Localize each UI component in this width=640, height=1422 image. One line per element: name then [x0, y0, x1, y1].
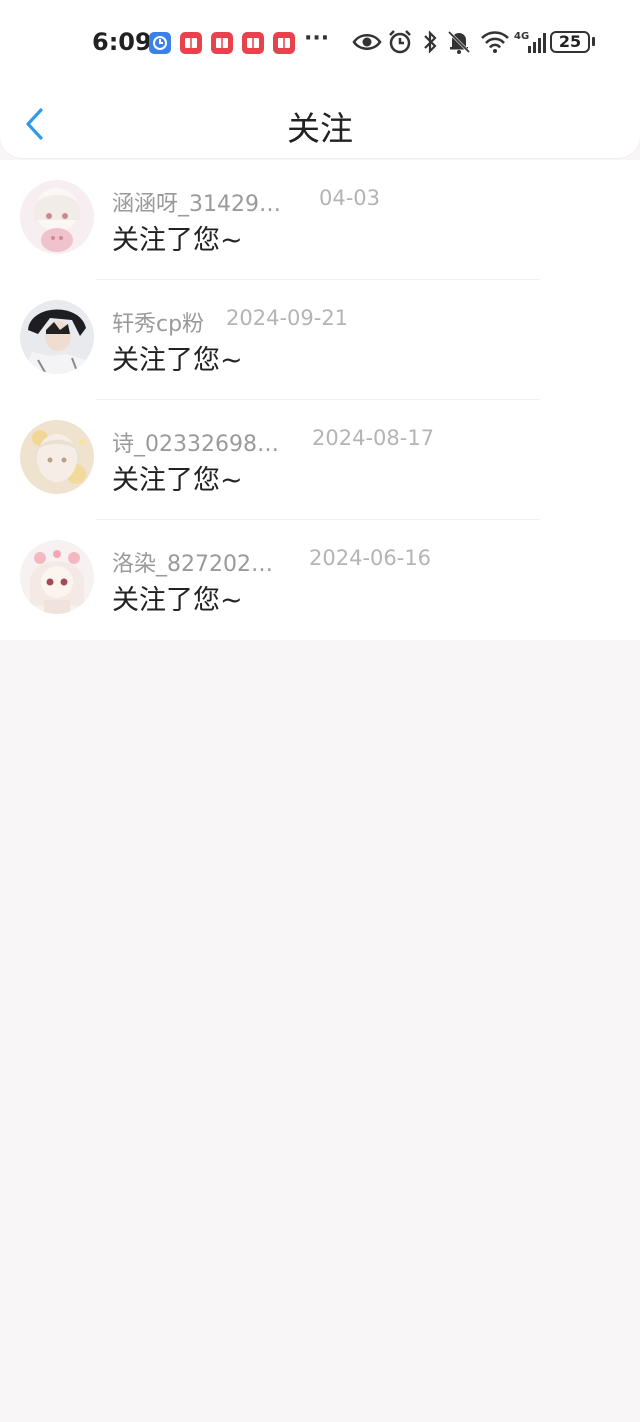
status-bar: 6:09 ··· 4G 25: [0, 0, 640, 88]
svg-text:4G: 4G: [514, 31, 529, 42]
book-app-icon: [211, 32, 233, 54]
list-item[interactable]: 洛染_827202… 2024-06-16 关注了您~: [0, 520, 640, 640]
list-item[interactable]: 轩秀cp粉 2024-09-21 关注了您~: [0, 280, 640, 400]
page-title: 关注: [287, 109, 353, 148]
avatar[interactable]: [20, 540, 94, 614]
follow-date: 2024-06-16: [309, 546, 432, 570]
user-name[interactable]: 轩秀cp粉: [112, 306, 204, 338]
more-notifications-icon: ···: [304, 26, 330, 51]
book-app-icon: [242, 32, 264, 54]
notification-icons: [149, 32, 295, 54]
avatar[interactable]: [20, 180, 94, 254]
system-icons: 4G: [352, 28, 548, 56]
follow-message: 关注了您~: [112, 225, 243, 256]
wifi-icon: [480, 28, 509, 56]
follow-message: 关注了您~: [112, 465, 243, 496]
user-name[interactable]: 诗_02332698…: [112, 426, 279, 458]
avatar[interactable]: [20, 300, 94, 374]
signal-4g-icon: 4G: [514, 28, 548, 56]
follow-date: 2024-08-17: [312, 426, 435, 450]
list-item[interactable]: 涵涵呀_31429… 04-03 关注了您~: [0, 160, 640, 280]
list-item[interactable]: 诗_02332698… 2024-08-17 关注了您~: [0, 400, 640, 520]
clock-app-icon: [149, 32, 171, 54]
header-panel: 6:09 ··· 4G 25 关注: [0, 0, 640, 158]
mute-bell-icon: [446, 28, 474, 56]
status-time: 6:09: [92, 28, 152, 56]
battery-indicator: 25: [550, 31, 590, 53]
user-name[interactable]: 涵涵呀_31429…: [112, 186, 281, 218]
follow-message: 关注了您~: [112, 345, 243, 376]
nav-bar: 关注: [0, 90, 640, 158]
alarm-icon: [386, 28, 414, 56]
user-name[interactable]: 洛染_827202…: [112, 546, 273, 578]
eye-icon: [352, 28, 382, 56]
battery-tip: [592, 37, 595, 46]
follow-date: 04-03: [319, 186, 381, 210]
bluetooth-icon: [420, 28, 440, 56]
avatar[interactable]: [20, 420, 94, 494]
book-app-icon: [273, 32, 295, 54]
follow-list: 涵涵呀_31429… 04-03 关注了您~ 轩秀cp粉 2024-09-21 …: [0, 160, 640, 640]
follow-message: 关注了您~: [112, 585, 243, 616]
book-app-icon: [180, 32, 202, 54]
follow-date: 2024-09-21: [226, 306, 349, 330]
